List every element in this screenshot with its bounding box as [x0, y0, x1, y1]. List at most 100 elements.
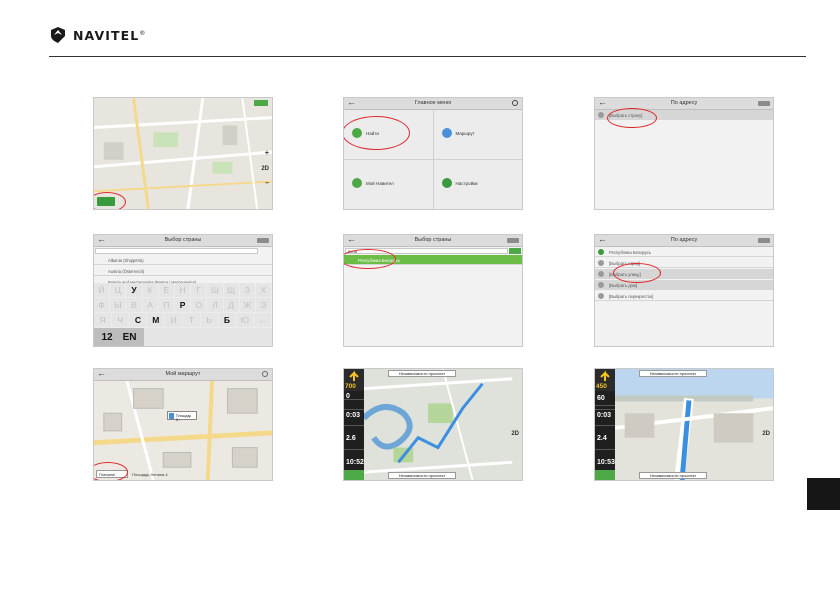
- time-to-destination: 0:03: [597, 412, 612, 419]
- row-label: Республика Беларусь: [609, 250, 652, 255]
- options-button[interactable]: [507, 238, 519, 243]
- city-icon: [598, 260, 604, 266]
- options-button[interactable]: [257, 238, 269, 243]
- row-label: [Выбрать дом]: [609, 283, 638, 288]
- menu-button[interactable]: [595, 470, 615, 480]
- pin-icon: [169, 413, 174, 419]
- numbers-key[interactable]: 12: [101, 332, 112, 343]
- keyboard-key[interactable]: А: [142, 298, 159, 313]
- keyboard-key[interactable]: К: [142, 283, 159, 298]
- settings-icon[interactable]: [262, 371, 268, 377]
- list-item[interactable]: Albania (Shqipëria): [94, 255, 272, 265]
- keyboard-key[interactable]: С: [129, 313, 148, 328]
- screenshot-navigation-3d: 450 60 0:03 2.4 10:53 Независимости прос…: [594, 368, 774, 481]
- highlight-circle: [607, 108, 657, 128]
- keyboard-key[interactable]: Е: [158, 283, 175, 298]
- arrival-time: 10:52: [346, 459, 364, 466]
- keyboard-key[interactable]: Ф: [94, 298, 111, 313]
- keyboard-key[interactable]: Н: [174, 283, 192, 298]
- keyboard-key[interactable]: Х: [255, 283, 272, 298]
- keyboard-key[interactable]: Ь: [200, 313, 219, 328]
- screenshot-navigation-2d: 700 0 0:03 2.6 10:52 Независимости просп…: [343, 368, 523, 481]
- highlight-circle: [613, 263, 661, 283]
- keyboard-key[interactable]: О: [191, 298, 208, 313]
- power-icon[interactable]: [512, 100, 518, 106]
- turn-distance: 450: [596, 383, 607, 390]
- keyboard-key[interactable]: Й: [94, 283, 111, 298]
- current-street-label: Независимости проспект: [639, 370, 707, 377]
- space-key[interactable]: [144, 328, 272, 346]
- zoom-out-button[interactable]: –: [265, 180, 269, 187]
- keyboard-key[interactable]: Ж: [239, 298, 256, 313]
- keyboard-key[interactable]: М: [147, 313, 166, 328]
- language-key[interactable]: EN: [123, 332, 137, 343]
- highlight-circle: [94, 462, 128, 480]
- battery-icon: [254, 100, 268, 106]
- keyboard-key[interactable]: Б: [218, 313, 237, 328]
- screen-title: По адресу: [670, 237, 698, 243]
- keyboard-key[interactable]: Щ: [223, 283, 240, 298]
- options-button[interactable]: [758, 101, 770, 106]
- keyboard-key[interactable]: П: [158, 298, 175, 313]
- address-row-house[interactable]: [Выбрать дом]: [595, 280, 773, 290]
- highlight-circle: [344, 249, 396, 269]
- divider: [344, 425, 364, 426]
- keyboard-key[interactable]: Т: [182, 313, 201, 328]
- menu-item-my-navitel[interactable]: Мой Навител: [344, 160, 433, 209]
- keyboard-key[interactable]: Ш: [207, 283, 224, 298]
- keyboard-key[interactable]: Я: [94, 313, 112, 328]
- view-mode-button[interactable]: 2D: [511, 431, 519, 437]
- options-button[interactable]: [758, 238, 770, 243]
- current-street-label: Независимости проспект: [388, 370, 456, 377]
- title-bar: ← Выбор страны: [94, 235, 272, 247]
- address-row-country[interactable]: Республика Беларусь: [595, 247, 773, 257]
- keyboard-key[interactable]: В: [126, 298, 143, 313]
- keyboard-key[interactable]: Р: [174, 298, 192, 313]
- list-item[interactable]: Austria (Österreich): [94, 266, 272, 276]
- keyboard-key[interactable]: У: [126, 283, 143, 298]
- keyboard-key[interactable]: Ы: [110, 298, 127, 313]
- menu-item-route[interactable]: Маршрут: [433, 110, 522, 159]
- search-input[interactable]: [95, 248, 258, 254]
- navitel-logo: NAVITEL®: [49, 25, 146, 45]
- keyboard-key[interactable]: Д: [223, 298, 240, 313]
- divider: [595, 449, 615, 450]
- keyboard-key[interactable]: Л: [207, 298, 224, 313]
- menu-button[interactable]: [344, 470, 364, 480]
- screen-title: Мой маршрут: [165, 371, 201, 377]
- keyboard-key[interactable]: Г: [191, 283, 208, 298]
- keyboard-key[interactable]: ←: [254, 313, 272, 328]
- speed-value: 0: [346, 393, 350, 400]
- nav-info-panel: 700 0 0:03 2.6 10:52: [344, 369, 364, 480]
- map-view[interactable]: [94, 98, 272, 209]
- address-row-intersection[interactable]: [Выбрать перекресток]: [595, 291, 773, 301]
- keyboard-mode-keys: 12 EN: [94, 328, 144, 346]
- screen-title: По адресу: [670, 100, 698, 106]
- divider: [344, 449, 364, 450]
- gear-icon: [441, 178, 452, 188]
- keyboard-key[interactable]: Ч: [111, 313, 130, 328]
- screen-title: Главное меню: [414, 100, 452, 106]
- street-icon: [598, 271, 604, 277]
- keyboard-key[interactable]: И: [165, 313, 183, 328]
- map-view[interactable]: [344, 369, 522, 480]
- title-bar: ← Мой маршрут: [94, 369, 272, 381]
- keyboard-key[interactable]: Ю: [236, 313, 255, 328]
- map-pin-popup[interactable]: Площадь Л...: [167, 411, 197, 422]
- search-ok-button[interactable]: [509, 248, 521, 254]
- country-label: Albania (Shqipëria): [108, 258, 144, 263]
- menu-item-settings[interactable]: Настройки: [433, 160, 522, 209]
- turn-distance: 700: [345, 383, 356, 390]
- view-mode-button[interactable]: 2D: [762, 431, 770, 437]
- keyboard-key[interactable]: З: [239, 283, 256, 298]
- view-mode-button[interactable]: 2D: [261, 166, 269, 172]
- keyboard-key[interactable]: Ц: [110, 283, 127, 298]
- map-view[interactable]: [595, 369, 773, 480]
- keyboard-key[interactable]: Э: [255, 298, 272, 313]
- highlight-circle: [94, 192, 126, 209]
- title-bar: ← Главное меню: [344, 98, 522, 110]
- globe-icon: [598, 249, 604, 255]
- screenshot-map: + 2D –: [93, 97, 273, 210]
- zoom-in-button[interactable]: +: [265, 150, 269, 157]
- brand-name: NAVITEL®: [73, 27, 147, 43]
